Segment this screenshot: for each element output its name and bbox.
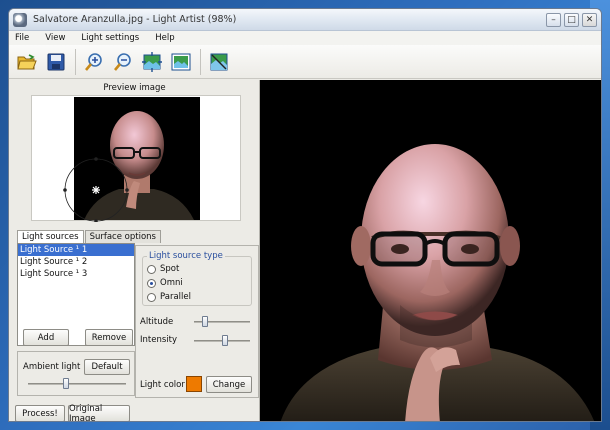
light-type-legend: Light source type — [147, 251, 225, 261]
radio-label: Parallel — [160, 292, 191, 302]
open-folder-icon[interactable] — [15, 50, 39, 74]
process-button[interactable]: Process! — [15, 405, 65, 421]
toolbar — [9, 45, 601, 79]
add-button[interactable]: Add — [23, 329, 69, 346]
intensity-slider-thumb[interactable] — [221, 335, 228, 346]
ambient-light-group: Ambient light Default — [17, 351, 135, 396]
app-window: Salvatore Aranzulla.jpg - Light Artist (… — [8, 8, 602, 422]
light-properties-pane: Light source type Spot Omni Parallel Alt… — [135, 245, 259, 398]
app-icon — [13, 12, 27, 27]
menu-file[interactable]: File — [15, 33, 29, 43]
menu-help[interactable]: Help — [155, 33, 174, 43]
radio-button[interactable] — [147, 292, 156, 302]
remove-button[interactable]: Remove — [85, 329, 133, 346]
tab-light-sources[interactable]: Light sources — [17, 230, 84, 243]
window-title: Salvatore Aranzulla.jpg - Light Artist (… — [33, 14, 237, 25]
toolbar-separator — [75, 48, 76, 75]
altitude-label: Altitude — [140, 317, 174, 327]
toolbar-separator — [200, 48, 201, 75]
altitude-slider-thumb[interactable] — [201, 316, 208, 327]
light-color-label: Light color — [140, 380, 185, 390]
close-button[interactable]: ✕ — [582, 12, 597, 27]
original-image-button[interactable]: Original Image — [68, 404, 130, 421]
default-button[interactable]: Default — [84, 359, 130, 375]
save-icon[interactable] — [44, 50, 68, 74]
main-image-view — [260, 80, 601, 421]
minimize-button[interactable]: – — [546, 12, 561, 27]
list-item[interactable]: Light Source ¹ 3 — [18, 268, 134, 280]
portrait-image — [280, 144, 595, 421]
zoom-out-icon[interactable] — [111, 50, 135, 74]
ambient-light-label: Ambient light — [23, 362, 81, 372]
light-position-gizmo[interactable] — [32, 96, 242, 222]
light-type-group: Light source type Spot Omni Parallel — [142, 251, 252, 306]
actual-size-icon[interactable] — [169, 50, 193, 74]
light-color-swatch[interactable] — [186, 376, 202, 392]
list-item[interactable]: Light Source ¹ 1 — [18, 244, 134, 256]
preview-frame — [31, 95, 242, 222]
tab-surface-options[interactable]: Surface options — [84, 230, 161, 243]
ambient-slider-thumb[interactable] — [62, 378, 69, 389]
fit-window-icon[interactable] — [140, 50, 164, 74]
menu-light-settings[interactable]: Light settings — [81, 33, 139, 43]
settings-panel: Preview image Light sources Surface opti… — [9, 80, 260, 421]
intensity-label: Intensity — [140, 335, 177, 345]
maximize-button[interactable]: □ — [564, 12, 579, 27]
radio-parallel[interactable]: Parallel — [147, 292, 191, 302]
list-item[interactable]: Light Source ¹ 2 — [18, 256, 134, 268]
menu-view[interactable]: View — [45, 33, 65, 43]
compare-icon[interactable] — [207, 50, 231, 74]
menu-bar: File View Light settings Help — [9, 31, 601, 45]
radio-label: Spot — [160, 264, 180, 274]
light-sources-pane: Light Source ¹ 1 Light Source ¹ 2 Light … — [14, 243, 135, 403]
ambient-slider-track[interactable] — [28, 383, 126, 385]
radio-spot[interactable]: Spot — [147, 264, 179, 274]
zoom-in-icon[interactable] — [82, 50, 106, 74]
change-color-button[interactable]: Change — [206, 376, 252, 393]
radio-omni[interactable]: Omni — [147, 278, 183, 288]
radio-button[interactable] — [147, 278, 156, 288]
preview-title: Preview image — [103, 83, 166, 93]
radio-label: Omni — [160, 278, 183, 288]
radio-button[interactable] — [147, 264, 156, 274]
tab-strip: Light sources Surface options — [17, 230, 162, 243]
title-bar[interactable]: Salvatore Aranzulla.jpg - Light Artist (… — [9, 9, 601, 31]
